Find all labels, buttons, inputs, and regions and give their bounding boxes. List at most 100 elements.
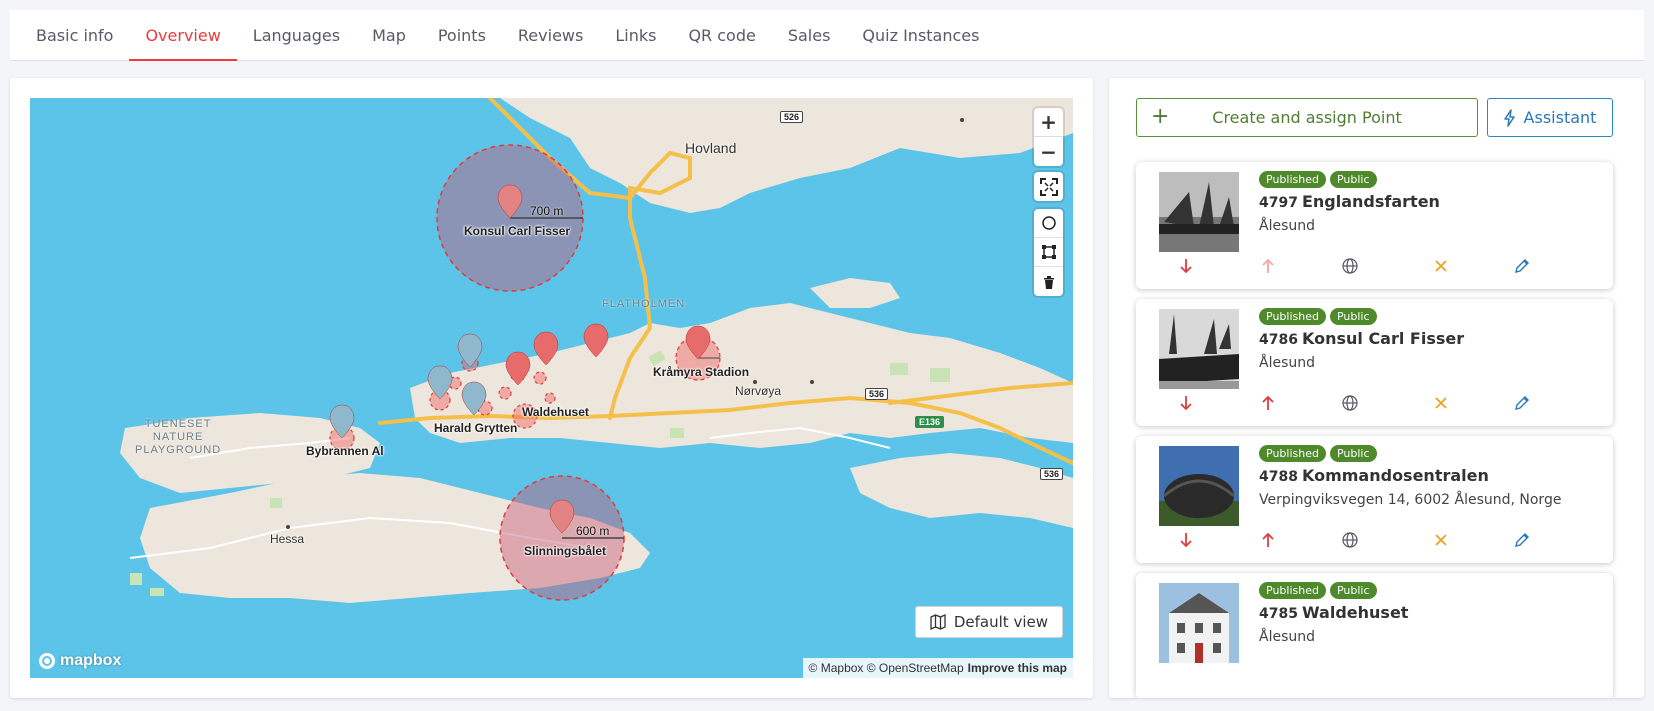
mapbox-logo: mapbox	[38, 652, 121, 670]
marker-label-slinning[interactable]: Slinningsbålet	[524, 544, 606, 558]
point-name: Konsul Carl Fisser	[1301, 329, 1465, 348]
unassign-button[interactable]	[1431, 256, 1451, 276]
point-title: 4786 Konsul Carl Fisser	[1259, 329, 1464, 348]
point-title: 4785 Waldehuset	[1259, 603, 1408, 622]
point-address: Ålesund	[1259, 218, 1316, 234]
area-label-line-2: NATURE	[152, 431, 204, 443]
point-id: 4797	[1259, 195, 1298, 211]
road-shield-536-east: 536	[1040, 468, 1064, 480]
draw-controls	[1034, 209, 1063, 296]
fullscreen-icon	[1039, 177, 1058, 196]
road-shield-e136: E136	[915, 416, 945, 428]
tab-overview[interactable]: Overview	[129, 10, 238, 61]
default-view-button[interactable]: Default view	[914, 606, 1063, 638]
plus-icon: +	[1151, 104, 1170, 129]
marker-label-konsul[interactable]: Konsul Carl Fisser	[464, 224, 570, 238]
point-card[interactable]: Published Public 4797 Englandsfarten Åles…	[1136, 162, 1613, 289]
draw-circle-button[interactable]	[1034, 209, 1063, 238]
close-icon	[1435, 397, 1447, 409]
move-up-button[interactable]	[1258, 256, 1278, 276]
circle-icon	[1041, 216, 1056, 230]
delete-shape-button[interactable]	[1034, 267, 1063, 296]
mapbox-icon	[39, 653, 55, 669]
edit-button[interactable]	[1512, 530, 1532, 550]
fullscreen-button[interactable]	[1034, 172, 1063, 201]
tab-basic-info[interactable]: Basic info	[20, 10, 129, 60]
tab-sales[interactable]: Sales	[772, 10, 847, 60]
move-up-button[interactable]	[1258, 530, 1278, 550]
point-thumbnail	[1159, 172, 1239, 252]
visibility-badge: Public	[1329, 171, 1377, 188]
open-web-button[interactable]	[1340, 256, 1360, 276]
open-web-button[interactable]	[1340, 530, 1360, 550]
point-address: Ålesund	[1259, 629, 1316, 645]
area-label-line-1: TUENESET	[144, 418, 212, 430]
tab-links[interactable]: Links	[599, 10, 672, 60]
zoom-out-button[interactable]: −	[1034, 137, 1063, 166]
arrow-down-icon	[1180, 533, 1192, 548]
point-id: 4785	[1259, 606, 1298, 622]
marker-label-kramyra[interactable]: Kråmyra Stadion	[653, 365, 749, 379]
minus-icon: −	[1040, 139, 1057, 164]
create-assign-point-button[interactable]: + Create and assign Point	[1136, 98, 1478, 137]
pencil-icon	[1515, 259, 1529, 273]
point-card[interactable]: Published Public 4785 Waldehuset Ålesund	[1136, 573, 1613, 698]
point-actions	[1176, 393, 1596, 413]
point-thumbnail	[1159, 446, 1239, 526]
point-title: 4788 Kommandosentralen	[1259, 466, 1489, 485]
unassign-button[interactable]	[1431, 530, 1451, 550]
tab-bar: Basic info Overview Languages Map Points…	[10, 10, 1644, 61]
point-name: Waldehuset	[1301, 603, 1409, 622]
point-card[interactable]: Published Public 4786 Konsul Carl Fisser …	[1136, 299, 1613, 426]
tab-languages[interactable]: Languages	[237, 10, 356, 60]
assistant-label: Assistant	[1523, 108, 1597, 127]
map-card: Hovland Nørvøya Hessa FLATHOLMEN TUENESE…	[10, 78, 1093, 698]
marker-label-harald[interactable]: Harald Grytten	[434, 421, 517, 435]
tab-map[interactable]: Map	[356, 10, 422, 60]
point-name: Englandsfarten	[1301, 192, 1440, 211]
move-down-button[interactable]	[1176, 393, 1196, 413]
move-down-button[interactable]	[1176, 530, 1196, 550]
zoom-in-button[interactable]: +	[1034, 108, 1063, 137]
point-badges: Published Public	[1259, 582, 1377, 599]
draw-polygon-button[interactable]	[1034, 238, 1063, 267]
polygon-icon	[1041, 245, 1056, 259]
status-badge: Published	[1259, 171, 1326, 188]
marker-label-waldehuset[interactable]: Waldehuset	[522, 405, 589, 419]
pencil-icon	[1515, 533, 1529, 547]
arrow-down-icon	[1180, 396, 1192, 411]
edit-button[interactable]	[1512, 256, 1532, 276]
tab-points[interactable]: Points	[422, 10, 502, 60]
scale-label-600: 600 m	[576, 524, 610, 538]
visibility-badge: Public	[1329, 445, 1377, 462]
marker-label-bybrannen[interactable]: Bybrannen Al	[306, 444, 384, 458]
assistant-button[interactable]: Assistant	[1487, 98, 1613, 137]
status-badge: Published	[1259, 308, 1326, 325]
move-down-button[interactable]	[1176, 256, 1196, 276]
edit-button[interactable]	[1512, 393, 1532, 413]
status-badge: Published	[1259, 582, 1326, 599]
tab-reviews[interactable]: Reviews	[502, 10, 599, 60]
visibility-badge: Public	[1329, 308, 1377, 325]
point-address: Verpingviksvegen 14, 6002 Ålesund, Norge	[1259, 492, 1562, 508]
unassign-button[interactable]	[1431, 393, 1451, 413]
map-attribution: © Mapbox © OpenStreetMap Improve this map	[802, 658, 1073, 678]
point-thumbnail	[1159, 583, 1239, 663]
globe-icon	[1342, 532, 1358, 548]
map-view[interactable]: Hovland Nørvøya Hessa FLATHOLMEN TUENESE…	[30, 98, 1073, 678]
points-panel: + Create and assign Point Assistant Publ…	[1109, 78, 1644, 698]
globe-icon	[1342, 395, 1358, 411]
zoom-controls: + −	[1034, 108, 1063, 166]
area-label-tueneset: TUENESET NATURE PLAYGROUND	[135, 418, 221, 457]
move-up-button[interactable]	[1258, 393, 1278, 413]
tab-qr-code[interactable]: QR code	[672, 10, 771, 60]
close-icon	[1435, 534, 1447, 546]
arrow-up-icon	[1262, 532, 1274, 547]
open-web-button[interactable]	[1340, 393, 1360, 413]
arrow-up-icon	[1262, 395, 1274, 410]
tab-quiz-instances[interactable]: Quiz Instances	[846, 10, 995, 60]
improve-map-link[interactable]: Improve this map	[968, 661, 1067, 675]
area-label-flatholmen: FLATHOLMEN	[602, 298, 686, 310]
road-shield-536: 536	[865, 388, 889, 400]
point-card[interactable]: Published Public 4788 Kommandosentralen V…	[1136, 436, 1613, 563]
